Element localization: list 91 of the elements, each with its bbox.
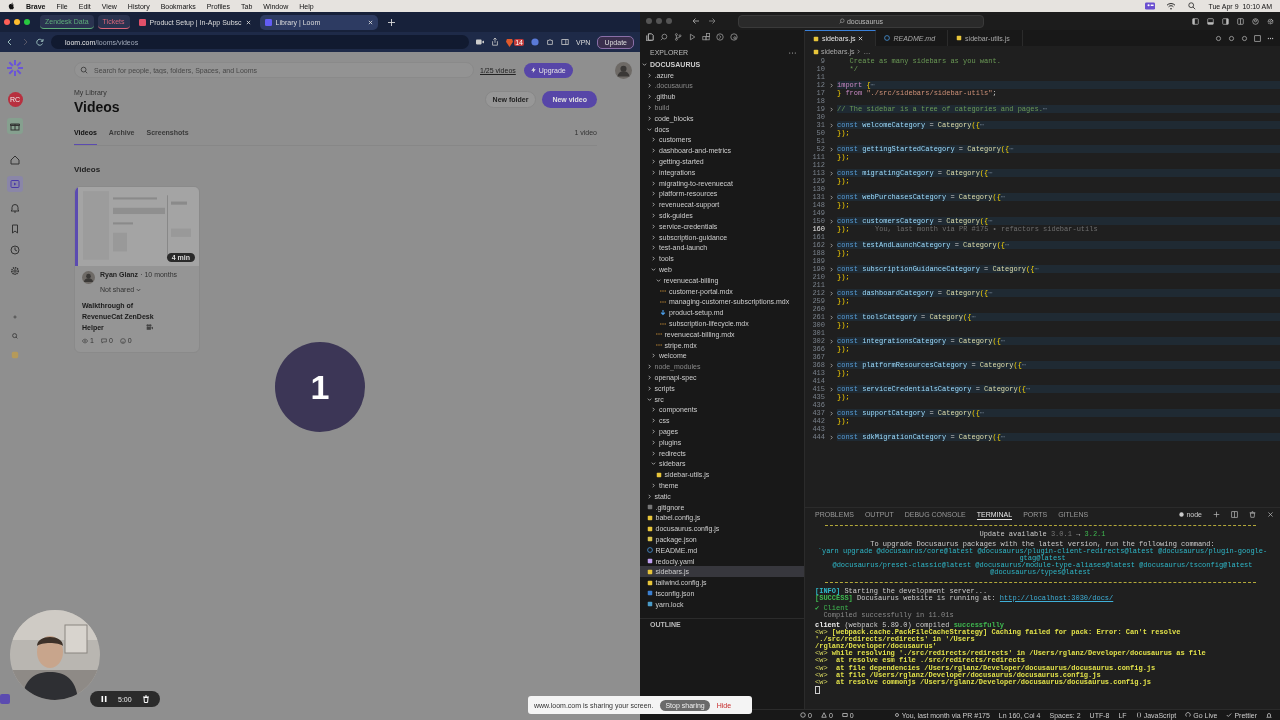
forward-icon[interactable] (708, 17, 716, 25)
fold-chevron-icon[interactable] (828, 386, 834, 392)
chevron-icon (136, 287, 142, 292)
share-icon[interactable] (491, 38, 500, 46)
status-icon (1226, 712, 1233, 718)
puzzle-icon[interactable] (546, 38, 554, 46)
fold-chevron-icon[interactable] (828, 290, 834, 296)
bell-icon[interactable] (10, 203, 20, 213)
file-icon (655, 331, 662, 338)
source-control-icon[interactable] (674, 33, 682, 41)
section-title: Videos (74, 165, 102, 174)
wallet-icon[interactable] (531, 38, 539, 46)
eye-icon (82, 337, 88, 344)
sidebar-icon[interactable] (561, 38, 569, 46)
search-icon[interactable] (660, 33, 668, 41)
file-icon (884, 35, 891, 41)
status-icon (800, 712, 806, 718)
status-icon (1185, 712, 1192, 718)
fold-chevron-icon[interactable] (828, 170, 834, 176)
fold-chevron-icon[interactable] (828, 242, 834, 248)
pause-icon[interactable] (100, 695, 108, 703)
clock-icon[interactable] (10, 245, 20, 255)
fold-chevron-icon[interactable] (828, 314, 834, 320)
avatar-icon (82, 271, 95, 284)
layout-icon[interactable] (1237, 17, 1244, 25)
bookmark-icon[interactable] (10, 224, 20, 234)
settings-icon[interactable] (1267, 17, 1274, 25)
status-icon (820, 712, 827, 718)
gitlens-icon[interactable] (730, 33, 738, 41)
camera-icon[interactable] (476, 38, 485, 46)
status-icon (1135, 712, 1142, 718)
file-icon (660, 309, 666, 316)
account-icon[interactable] (1252, 17, 1259, 25)
terminal-icon (1179, 512, 1185, 517)
home-icon[interactable] (10, 155, 20, 165)
smiley-icon (119, 337, 126, 344)
fold-chevron-icon[interactable] (828, 362, 834, 368)
timeline-icon[interactable] (716, 33, 724, 41)
back-icon[interactable] (692, 17, 700, 25)
library-icon[interactable] (7, 176, 23, 192)
run-debug-icon[interactable] (688, 33, 696, 41)
window-controls-icon[interactable] (4, 19, 30, 25)
control-center-icon[interactable] (1145, 2, 1156, 10)
apple-icon[interactable] (8, 2, 15, 10)
search-icon[interactable] (11, 332, 19, 340)
fold-chevron-icon[interactable] (828, 410, 834, 416)
settings-icon[interactable] (10, 266, 20, 276)
fold-chevron-icon[interactable] (828, 218, 834, 224)
fold-chevron-icon[interactable] (828, 122, 834, 128)
file-icon (660, 320, 666, 327)
files-icon[interactable] (646, 33, 654, 41)
fold-chevron-icon[interactable] (828, 434, 834, 440)
reload-icon[interactable] (36, 38, 44, 46)
file-icon (660, 288, 666, 295)
comment-icon (100, 337, 107, 344)
film-camera-icon (146, 324, 153, 330)
file-icon (655, 342, 662, 349)
new-tab-icon[interactable] (387, 18, 395, 26)
layout-icon[interactable] (1207, 17, 1214, 25)
close-icon[interactable] (858, 36, 864, 41)
gift-icon[interactable] (7, 118, 23, 134)
status-icon (893, 712, 900, 718)
layout-icon[interactable] (1192, 17, 1199, 25)
fold-chevron-icon[interactable] (828, 194, 834, 200)
plus-icon[interactable] (1213, 511, 1220, 518)
back-icon[interactable] (6, 38, 14, 46)
search-icon (80, 66, 88, 74)
close-icon[interactable] (245, 19, 251, 25)
wifi-icon[interactable] (1166, 2, 1177, 10)
status-icon (841, 712, 848, 718)
split-icon[interactable] (1231, 511, 1238, 518)
file-icon (655, 471, 662, 478)
file-icon (660, 298, 666, 305)
close-icon[interactable] (367, 19, 373, 25)
fold-chevron-icon[interactable] (828, 82, 834, 88)
chevron-icon (856, 49, 862, 54)
page-title: Videos (74, 99, 120, 115)
fold-chevron-icon[interactable] (828, 106, 834, 112)
search-icon (838, 18, 845, 24)
more-icon[interactable] (789, 51, 796, 54)
bolt-icon (530, 67, 536, 73)
fold-chevron-icon[interactable] (828, 146, 834, 152)
fold-chevron-icon[interactable] (828, 338, 834, 344)
extensions-icon[interactable] (702, 33, 710, 41)
avatar-icon[interactable] (615, 61, 632, 79)
fold-chevron-icon[interactable] (828, 266, 834, 272)
layout-icon[interactable] (1222, 17, 1229, 25)
close-icon[interactable] (1267, 511, 1274, 518)
terminal-cursor (815, 685, 820, 694)
search-icon[interactable] (1187, 2, 1198, 10)
file-icon (956, 35, 963, 41)
